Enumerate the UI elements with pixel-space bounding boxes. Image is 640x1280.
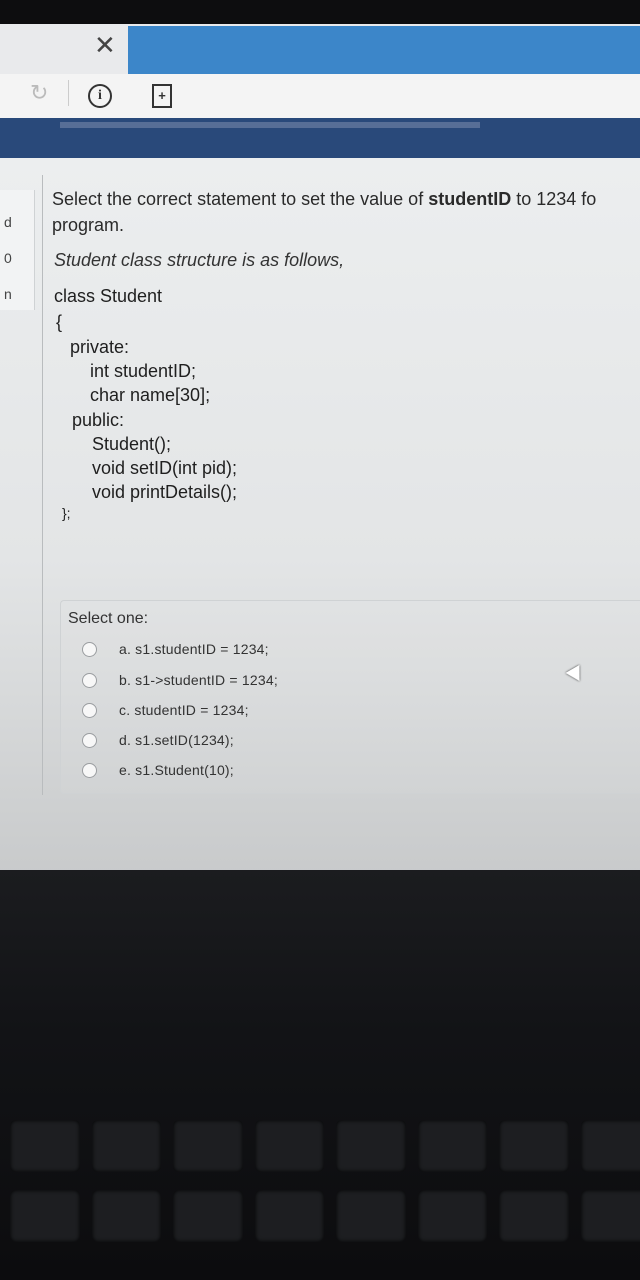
close-icon[interactable]: ✕	[94, 30, 116, 61]
laptop-body	[0, 870, 640, 1280]
toolbar-divider	[68, 80, 69, 106]
answer-option-label: e. s1.Student(10);	[119, 762, 234, 778]
radio-button[interactable]	[82, 702, 97, 718]
question-text-part: to 1234 fo	[511, 189, 597, 209]
radio-button[interactable]	[82, 762, 97, 778]
answer-option-d[interactable]: d. s1.setID(1234);	[82, 732, 234, 748]
answer-option-c[interactable]: c. studentID = 1234;	[82, 702, 249, 718]
sidebar-fragment: d	[4, 214, 12, 230]
code-line: void setID(int pid);	[92, 458, 238, 478]
left-sidebar: d 0 n	[0, 190, 35, 310]
keyboard-key	[254, 1120, 324, 1172]
radio-button[interactable]	[82, 732, 97, 748]
code-line: private:	[70, 337, 130, 357]
keyboard-key	[10, 1120, 80, 1172]
code-line: public:	[72, 410, 125, 430]
answer-option-a[interactable]: a. s1.studentID = 1234;	[82, 641, 269, 657]
code-line: int studentID;	[90, 361, 197, 381]
sidebar-fragment: 0	[4, 250, 12, 266]
browser-tab-area[interactable]	[128, 26, 640, 74]
question-text: Select the correct statement to set the …	[52, 186, 640, 238]
keyboard-key	[91, 1120, 161, 1172]
keyboard-row	[10, 1120, 640, 1180]
question-bold-term: studentID	[428, 189, 512, 209]
keyboard-key	[499, 1120, 569, 1172]
answer-option-b[interactable]: b. s1->studentID = 1234;	[82, 672, 278, 688]
keyboard-key	[336, 1190, 406, 1242]
site-header	[0, 118, 640, 158]
info-icon[interactable]: i	[88, 84, 112, 108]
code-line: {	[56, 312, 63, 332]
answer-option-label: a. s1.studentID = 1234;	[119, 641, 269, 657]
radio-button[interactable]	[82, 672, 97, 688]
code-line: };	[62, 505, 71, 521]
keyboard-key	[417, 1120, 487, 1172]
keyboard-key	[499, 1190, 569, 1242]
keyboard-key	[580, 1120, 640, 1172]
answer-option-e[interactable]: e. s1.Student(10);	[82, 762, 234, 778]
keyboard-key	[580, 1190, 640, 1242]
question-text-part: Select the correct statement to set the …	[52, 189, 429, 209]
content-divider	[42, 175, 43, 795]
monitor-bezel	[0, 0, 640, 26]
keyboard-key	[417, 1190, 487, 1242]
keyboard-key	[173, 1120, 243, 1172]
keyboard-key	[91, 1190, 161, 1242]
keyboard-row	[10, 1190, 640, 1250]
new-document-icon[interactable]: +	[152, 84, 172, 108]
radio-button[interactable]	[82, 641, 97, 657]
code-line: char name[30];	[90, 385, 211, 405]
code-line: class Student	[54, 286, 163, 306]
code-line: void printDetails();	[92, 482, 238, 502]
keyboard-key	[336, 1120, 406, 1172]
keyboard-key	[173, 1190, 243, 1242]
answer-option-label: b. s1->studentID = 1234;	[119, 672, 278, 688]
keyboard-key	[254, 1190, 324, 1242]
question-text-line2: program.	[52, 215, 125, 235]
code-line: Student();	[92, 434, 172, 454]
reload-icon[interactable]: ↻	[30, 80, 48, 106]
question-intro: Student class structure is as follows,	[54, 250, 345, 270]
answer-option-label: d. s1.setID(1234);	[119, 732, 234, 748]
keyboard-key	[10, 1190, 80, 1242]
sidebar-fragment: n	[4, 286, 12, 302]
site-header-title-blur	[60, 122, 480, 128]
select-one-label: Select one:	[68, 610, 149, 627]
answer-option-label: c. studentID = 1234;	[119, 702, 249, 718]
